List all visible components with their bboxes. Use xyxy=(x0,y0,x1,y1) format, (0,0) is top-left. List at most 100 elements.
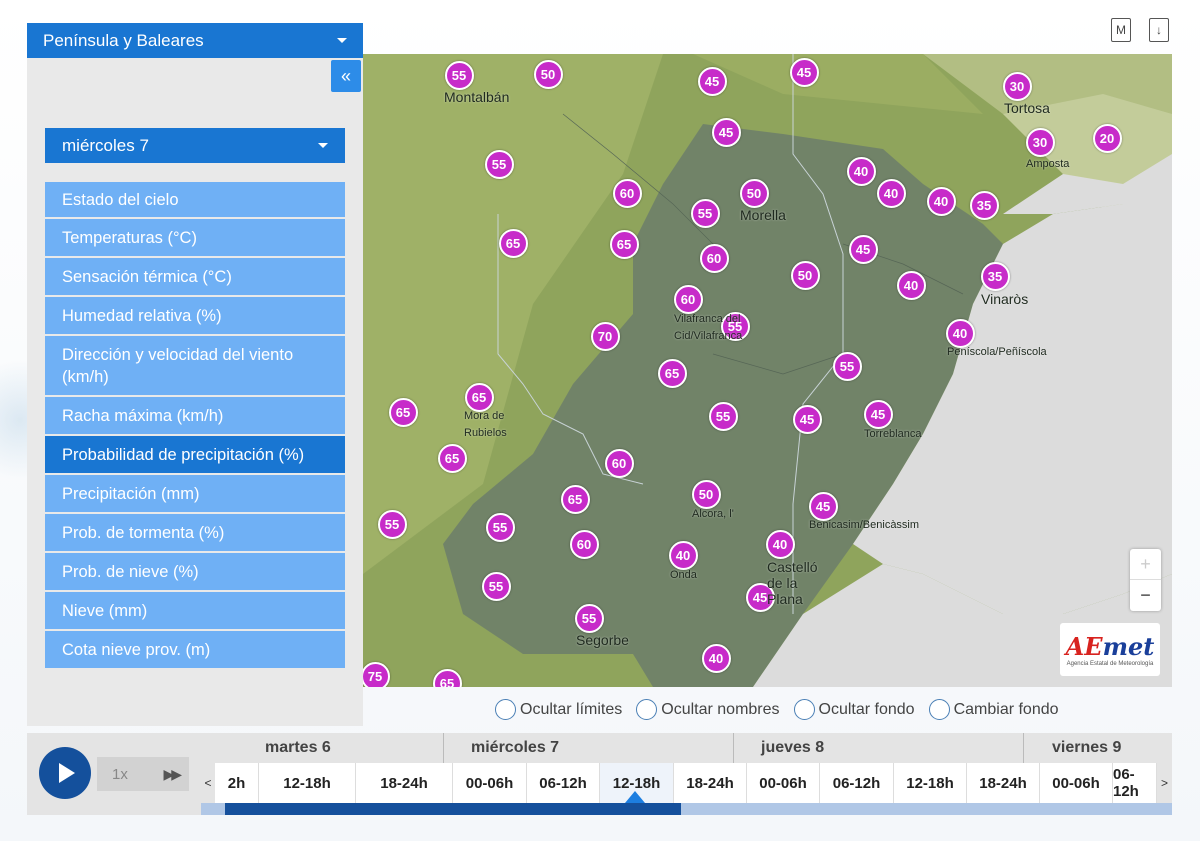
menu-item[interactable]: Estado del cielo xyxy=(45,182,345,219)
day-select-label: miércoles 7 xyxy=(62,135,149,155)
precip-marker[interactable]: 40 xyxy=(765,529,795,559)
precip-marker[interactable]: 40 xyxy=(896,270,926,300)
timeline-slot[interactable]: 06-12h xyxy=(820,763,894,803)
checkbox-icon[interactable] xyxy=(793,699,815,720)
place-label: Amposta xyxy=(1026,158,1070,170)
precip-marker[interactable]: 65 xyxy=(609,229,639,259)
precip-marker[interactable]: 65 xyxy=(657,358,687,388)
precip-marker[interactable]: 45 xyxy=(792,404,822,434)
precip-marker[interactable]: 45 xyxy=(697,66,727,96)
menu-item[interactable]: Humedad relativa (%) xyxy=(45,297,345,336)
precip-marker[interactable]: 65 xyxy=(437,443,467,473)
timeline-slot[interactable]: 00-06h xyxy=(747,763,820,803)
fast-forward-icon[interactable]: ▶▶ xyxy=(163,766,181,783)
precip-marker[interactable]: 40 xyxy=(926,186,956,216)
timeline-slot[interactable]: 06-12h xyxy=(527,763,600,803)
precip-marker[interactable]: 20 xyxy=(1092,123,1122,153)
precip-marker[interactable]: 60 xyxy=(569,529,599,559)
precip-marker[interactable]: 45 xyxy=(711,117,741,147)
timeline-slot[interactable]: 12-18h xyxy=(894,763,967,803)
player-controls: 1x ▶▶ xyxy=(27,733,201,815)
precip-marker[interactable]: 75 xyxy=(363,661,390,687)
precip-marker[interactable]: 65 xyxy=(498,228,528,258)
menu-item[interactable]: Prob. de tormenta (%) xyxy=(45,514,345,553)
menu-item[interactable]: Probabilidad de precipitación (%) xyxy=(45,436,345,475)
collapse-sidebar-button[interactable]: « xyxy=(331,60,361,92)
timeline-left-arrow-icon[interactable]: < xyxy=(201,763,215,803)
option-checkbox[interactable]: Cambiar fondo xyxy=(928,699,1059,720)
precip-marker[interactable]: 55 xyxy=(690,198,720,228)
menu-item[interactable]: Sensación térmica (°C) xyxy=(45,258,345,297)
precip-marker[interactable]: 40 xyxy=(876,178,906,208)
precip-marker[interactable]: 55 xyxy=(481,571,511,601)
timeline-slot[interactable]: 06-12h xyxy=(1113,763,1157,803)
speed-control[interactable]: 1x ▶▶ xyxy=(97,757,189,791)
menu-item[interactable]: Nieve (mm) xyxy=(45,592,345,631)
option-checkbox[interactable]: Ocultar límites xyxy=(495,699,622,720)
precip-marker[interactable]: 40 xyxy=(846,156,876,186)
region-select-label: Península y Baleares xyxy=(43,30,204,50)
precip-marker[interactable]: 55 xyxy=(377,509,407,539)
precip-marker[interactable]: 65 xyxy=(388,397,418,427)
precip-marker[interactable]: 55 xyxy=(444,60,474,90)
precip-marker[interactable]: 30 xyxy=(1025,127,1055,157)
menu-item[interactable]: Temperaturas (°C) xyxy=(45,219,345,258)
timeline-slot[interactable]: 00-06h xyxy=(453,763,527,803)
play-button[interactable] xyxy=(39,747,91,799)
precip-marker[interactable]: 40 xyxy=(668,540,698,570)
precip-marker[interactable]: 45 xyxy=(789,57,819,87)
day-separator xyxy=(443,733,444,763)
logo-subtitle: Agencia Estatal de Meteorología xyxy=(1066,661,1154,667)
forecast-map[interactable]: 55 50 45 45 30 45 30 20 55 60 50 40 40 40 35 55 65 65 60 45… xyxy=(363,54,1172,687)
timeline-days: martes 6 miércoles 7 jueves 8 viernes 9 xyxy=(215,733,1157,763)
region-select[interactable]: Península y Baleares xyxy=(27,23,363,58)
menu-item[interactable]: Racha máxima (km/h) xyxy=(45,397,345,436)
precip-marker[interactable]: 50 xyxy=(533,59,563,89)
checkbox-icon[interactable] xyxy=(928,699,950,720)
place-label: Onda xyxy=(670,569,697,581)
place-label: Benicasim/Benicàssim xyxy=(809,519,920,531)
precip-marker[interactable]: 55 xyxy=(485,512,515,542)
precip-marker[interactable]: 55 xyxy=(832,351,862,381)
checkbox-icon[interactable] xyxy=(495,699,516,720)
precip-marker[interactable]: 45 xyxy=(848,234,878,264)
precip-marker[interactable]: 60 xyxy=(673,284,703,314)
download-icon[interactable]: ↓ xyxy=(1149,18,1169,42)
precip-marker[interactable]: 65 xyxy=(560,484,590,514)
zoom-out-button[interactable]: − xyxy=(1130,580,1161,611)
day-select[interactable]: miércoles 7 xyxy=(45,128,345,163)
timeline-slot[interactable]: 18-24h xyxy=(674,763,747,803)
timeline-slot[interactable]: 18-24h xyxy=(967,763,1040,803)
timeline-slot[interactable]: 12-18h xyxy=(259,763,356,803)
timeline-slot[interactable]: 2h xyxy=(215,763,259,803)
menu-item[interactable]: Cota nieve prov. (m) xyxy=(45,631,345,670)
precip-marker[interactable]: 50 xyxy=(790,260,820,290)
precip-marker[interactable]: 55 xyxy=(708,401,738,431)
precip-marker[interactable]: 60 xyxy=(604,448,634,478)
place-label: Mora de Rubielos xyxy=(464,410,507,439)
precip-marker[interactable]: 50 xyxy=(691,479,721,509)
checkbox-icon[interactable] xyxy=(636,699,658,720)
precip-marker[interactable]: 55 xyxy=(484,149,514,179)
menu-item[interactable]: Prob. de nieve (%) xyxy=(45,553,345,592)
precip-marker[interactable]: 55 xyxy=(574,603,604,633)
timeline-right-arrow-icon[interactable]: > xyxy=(1157,763,1172,803)
precip-marker[interactable]: 60 xyxy=(612,178,642,208)
zoom-in-button[interactable]: + xyxy=(1130,549,1161,580)
menu-item[interactable]: Precipitación (mm) xyxy=(45,475,345,514)
timeline-slot[interactable]: 18-24h xyxy=(356,763,453,803)
precip-marker[interactable]: 45 xyxy=(863,399,893,429)
precip-marker[interactable]: 60 xyxy=(699,243,729,273)
precip-marker[interactable]: 35 xyxy=(969,190,999,220)
precip-marker[interactable]: 40 xyxy=(701,643,731,673)
place-label: Alcora, l' xyxy=(692,508,734,520)
precip-marker[interactable]: 30 xyxy=(1002,71,1032,101)
timeline-slot[interactable]: 00-06h xyxy=(1040,763,1113,803)
menu-item[interactable]: Dirección y velocidad del viento (km/h) xyxy=(45,336,345,397)
pdf-icon[interactable]: M xyxy=(1111,18,1131,42)
precip-marker[interactable]: 50 xyxy=(739,178,769,208)
precip-marker[interactable]: 35 xyxy=(980,261,1010,291)
precip-marker[interactable]: 70 xyxy=(590,321,620,351)
option-checkbox[interactable]: Ocultar fondo xyxy=(793,699,915,720)
option-checkbox[interactable]: Ocultar nombres xyxy=(636,699,780,720)
